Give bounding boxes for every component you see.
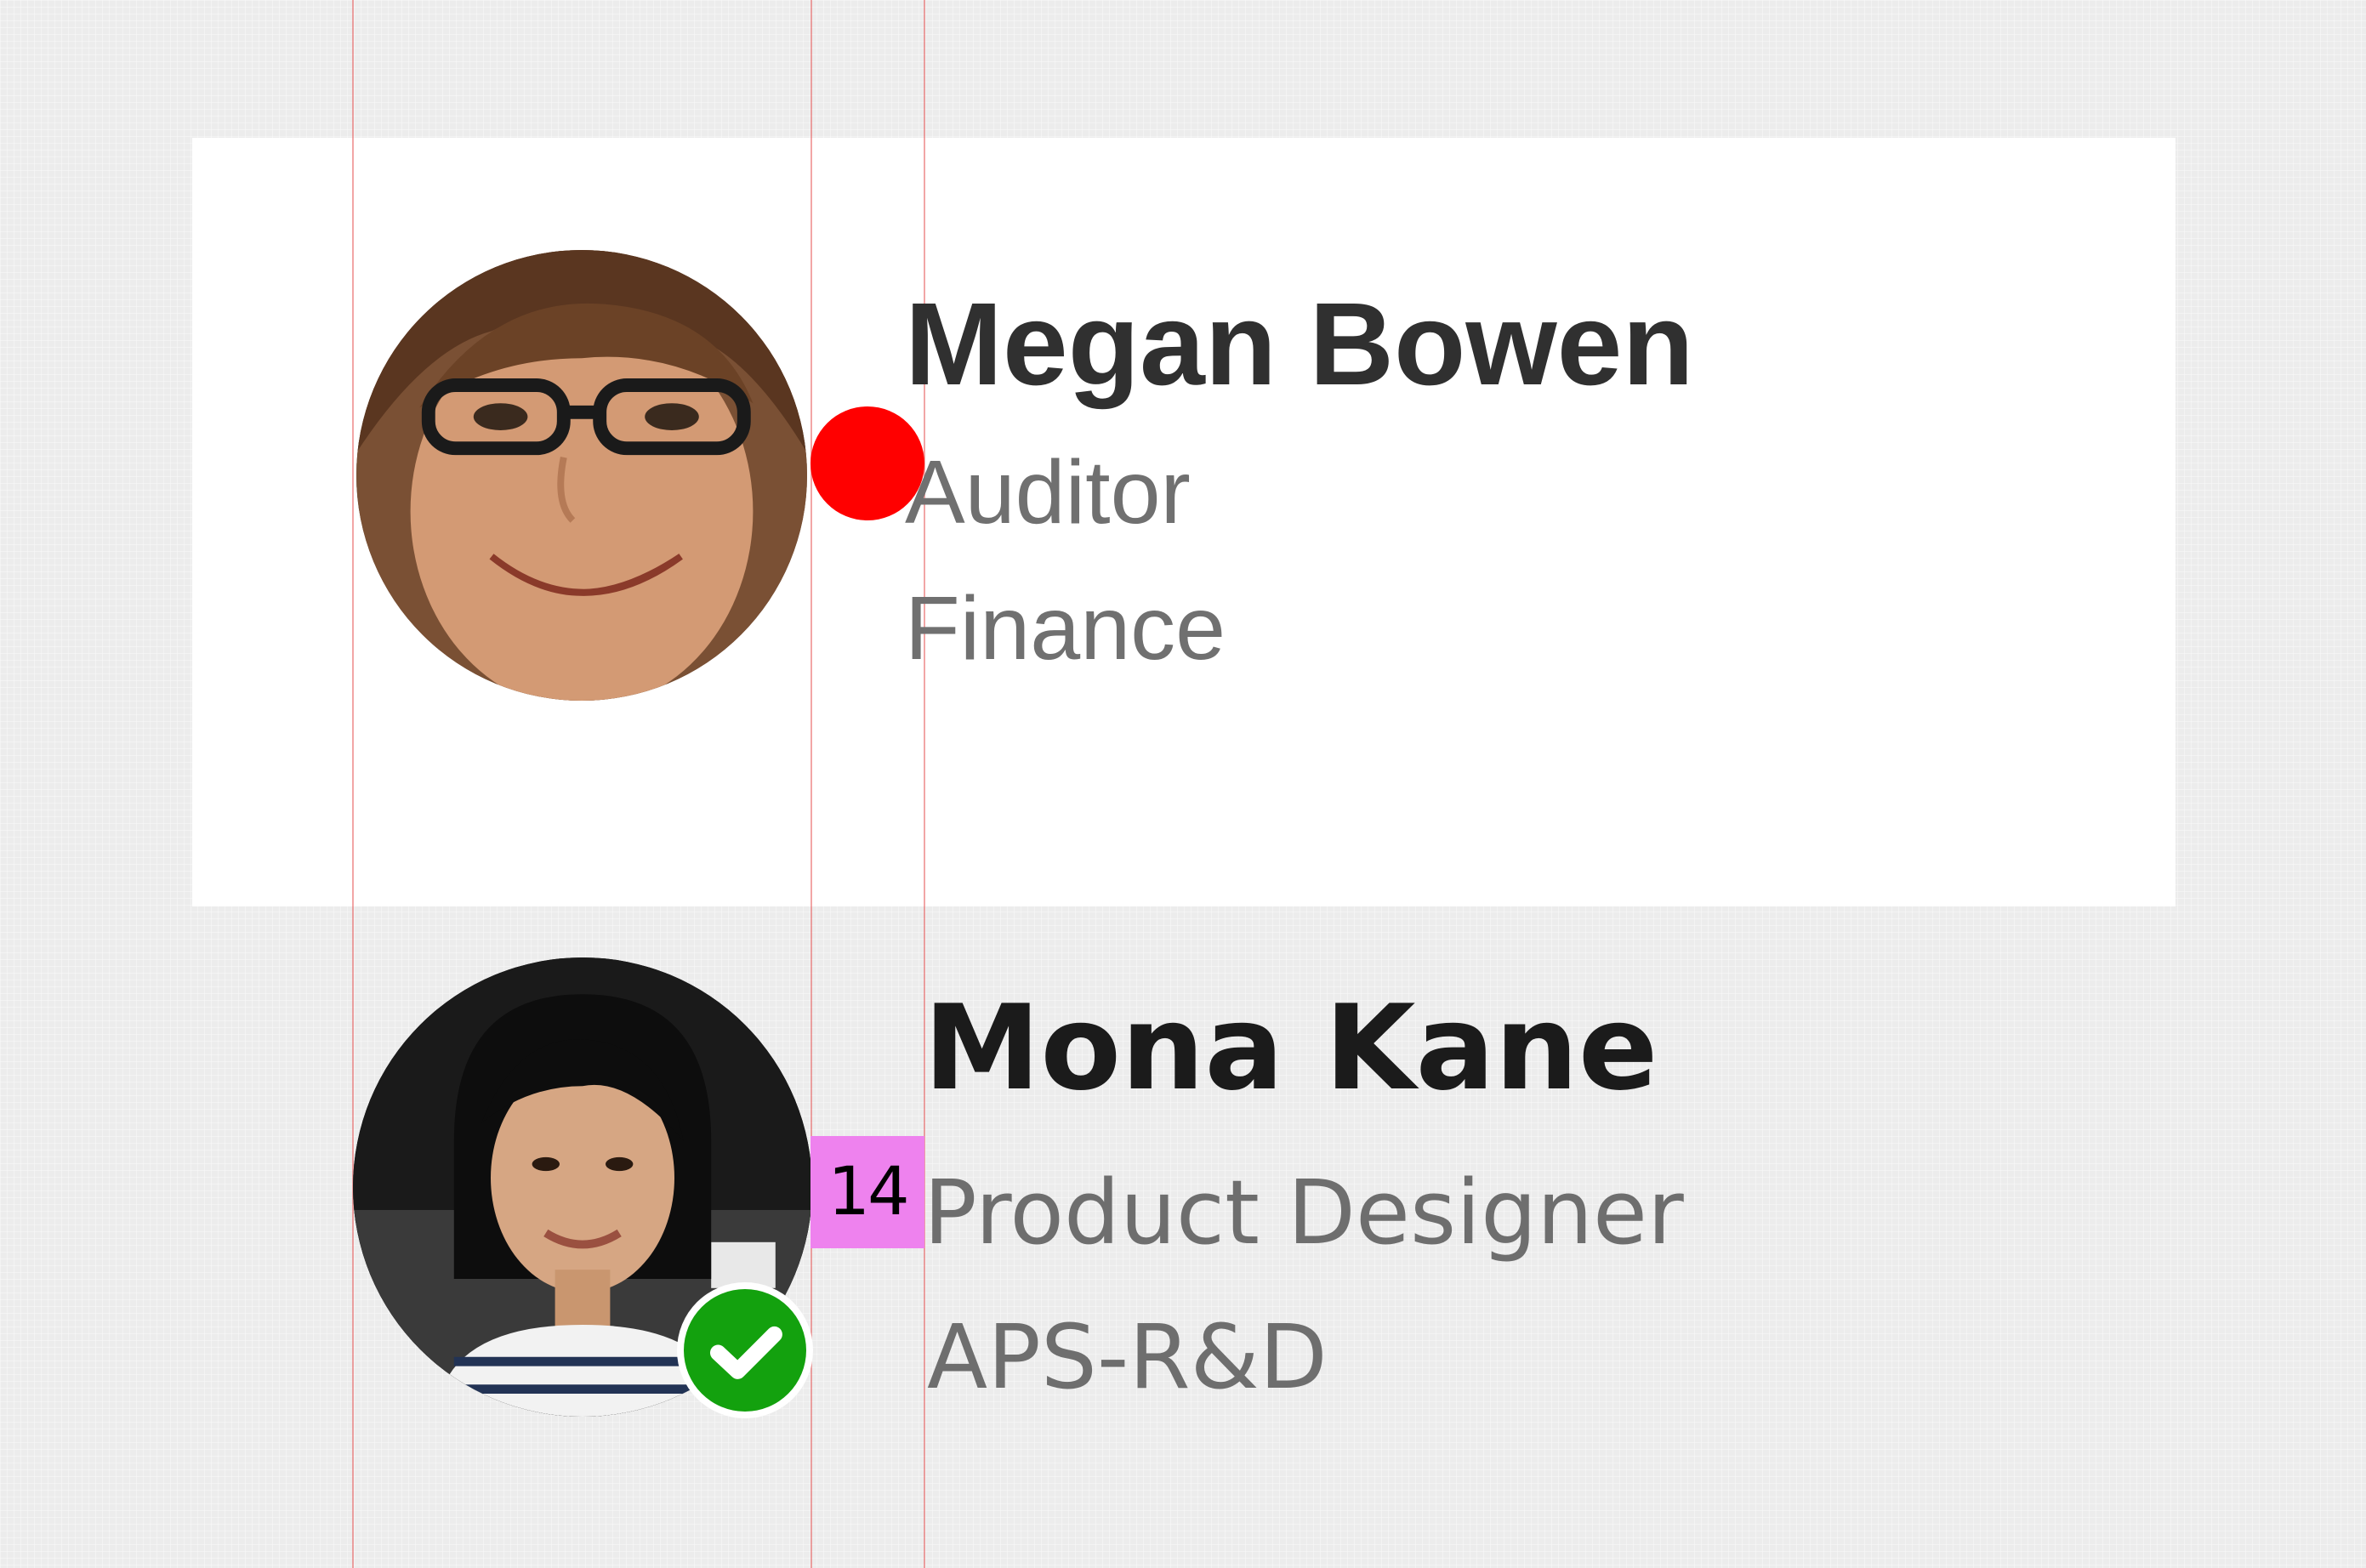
persona-department: APS-R&D bbox=[927, 1305, 1328, 1409]
presence-available-badge bbox=[677, 1282, 813, 1418]
guide-line-left bbox=[352, 0, 354, 1568]
guide-line-right bbox=[924, 0, 925, 1568]
avatar-photo-icon bbox=[356, 250, 807, 701]
spacing-measure-label: 14 bbox=[810, 1136, 924, 1248]
persona-name: Megan Bowen bbox=[905, 279, 1694, 410]
avatar-megan-bowen bbox=[356, 250, 807, 701]
persona-role: Product Designer bbox=[924, 1161, 1684, 1264]
persona-department: Finance bbox=[905, 578, 1226, 679]
persona-role: Auditor bbox=[905, 442, 1191, 543]
checkmark-icon bbox=[684, 1289, 806, 1412]
persona-name: Mona Kane bbox=[924, 980, 1658, 1116]
